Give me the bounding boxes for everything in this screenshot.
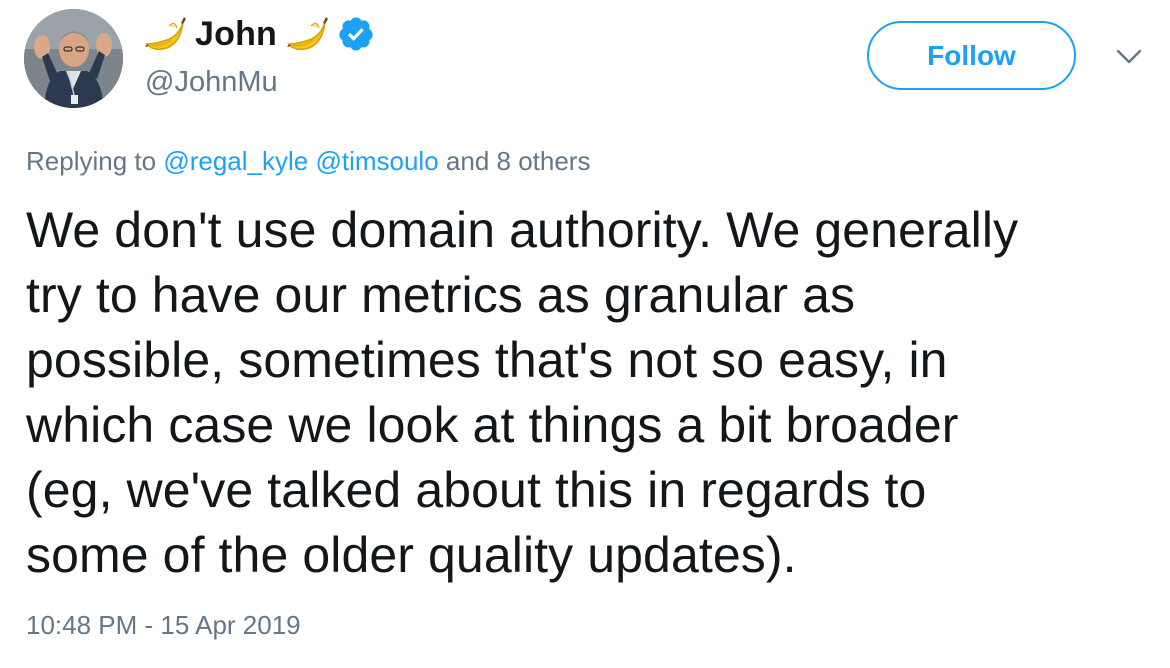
- chevron-down-icon[interactable]: [1114, 46, 1144, 68]
- mention-link[interactable]: @timsoulo: [315, 146, 438, 176]
- mention-link[interactable]: @regal_kyle: [163, 146, 308, 176]
- others-link[interactable]: and 8 others: [446, 146, 591, 176]
- author-display-name[interactable]: John: [195, 15, 277, 54]
- replying-to-line: Replying to @regal_kyle @timsoulo and 8 …: [26, 146, 590, 177]
- tweet-text: We don't use domain authority. We genera…: [26, 202, 1019, 583]
- replying-to-label: Replying to: [26, 146, 157, 176]
- avatar[interactable]: [24, 9, 123, 108]
- tweet-timestamp[interactable]: 10:48 PM - 15 Apr 2019: [26, 610, 301, 641]
- banana-emoji-icon: [143, 14, 187, 54]
- profile-photo: [24, 9, 123, 108]
- verified-badge-icon: [337, 15, 375, 53]
- author-name-row: John: [143, 8, 375, 60]
- author-handle[interactable]: @JohnMu: [145, 66, 278, 99]
- banana-emoji-icon: [285, 14, 329, 54]
- follow-button[interactable]: Follow: [867, 21, 1076, 90]
